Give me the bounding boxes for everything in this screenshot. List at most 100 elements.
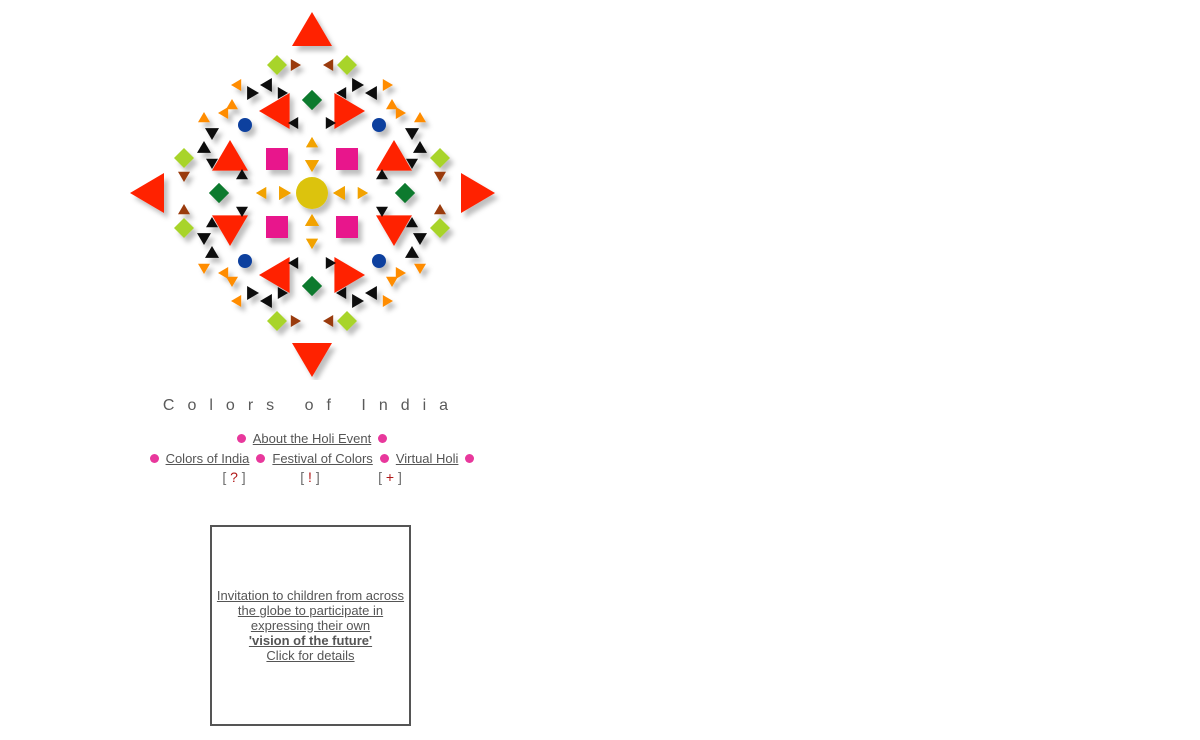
black-triangle [260, 78, 272, 92]
brown-triangle [434, 204, 446, 215]
green-diamond [302, 90, 322, 110]
blue-dot [372, 118, 386, 132]
red-triangle [461, 173, 495, 213]
bullet-dot [378, 434, 388, 444]
gold-triangle [279, 186, 291, 200]
magenta-square [336, 216, 358, 238]
gold-triangle [306, 238, 318, 249]
bullet-dot [256, 454, 266, 464]
lime-diamond [430, 218, 450, 238]
black-triangle [197, 233, 211, 245]
red-triangle [376, 215, 412, 246]
red-triangle [292, 343, 332, 377]
orange-triangle [414, 112, 426, 123]
black-triangle [352, 294, 364, 308]
nav-link-about-holi-event[interactable]: About the Holi Event [253, 431, 372, 446]
bullet-dot [149, 454, 159, 464]
black-triangle [247, 286, 259, 300]
help-link[interactable]: ? [230, 469, 238, 485]
red-triangle [334, 257, 365, 293]
bracket-more: [ + ] [378, 469, 402, 485]
info-link[interactable]: ! [308, 469, 312, 485]
orange-triangle [382, 295, 393, 307]
orange-triangle [395, 267, 406, 279]
orange-triangle [395, 107, 406, 119]
bullet-dot [465, 454, 475, 464]
green-diamond [302, 276, 322, 296]
black-triangle [405, 128, 419, 140]
lime-diamond [174, 218, 194, 238]
magenta-square [266, 148, 288, 170]
brown-triangle [290, 59, 301, 71]
orange-triangle [231, 295, 242, 307]
gold-triangle [305, 214, 319, 226]
yellow-circle [296, 177, 328, 209]
green-diamond [209, 183, 229, 203]
gold-triangle [357, 187, 368, 199]
lime-diamond [267, 311, 287, 331]
lime-diamond [337, 55, 357, 75]
red-triangle [292, 12, 332, 46]
black-triangle [413, 233, 427, 245]
orange-triangle [231, 79, 242, 91]
bullet-dot [236, 434, 246, 444]
lime-diamond [430, 148, 450, 168]
gold-triangle [306, 137, 318, 148]
bracket-help: [ ? ] [222, 469, 246, 485]
nav-link-virtual-holi[interactable]: Virtual Holi [396, 451, 459, 466]
black-triangle [405, 246, 419, 258]
blue-dot [238, 118, 252, 132]
orange-triangle [198, 263, 210, 274]
brown-triangle [290, 315, 301, 327]
black-triangle [205, 128, 219, 140]
red-triangle [212, 215, 248, 246]
red-triangle [376, 140, 412, 171]
brown-triangle [434, 171, 446, 182]
black-triangle [205, 246, 219, 258]
red-triangle [259, 93, 290, 129]
orange-triangle [218, 107, 229, 119]
magenta-square [266, 216, 288, 238]
black-triangle [260, 294, 272, 308]
black-triangle [197, 141, 211, 153]
brown-triangle [323, 315, 334, 327]
gold-triangle [333, 186, 345, 200]
orange-triangle [414, 263, 426, 274]
promo-emphasis: 'vision of the future' [248, 633, 373, 648]
brown-triangle [178, 204, 190, 215]
lime-diamond [267, 55, 287, 75]
nav-row-main: Colors of India Festival of Colors Virtual… [0, 451, 624, 466]
red-triangle [259, 257, 290, 293]
brown-triangle [178, 171, 190, 182]
brown-triangle [323, 59, 334, 71]
orange-triangle [218, 267, 229, 279]
red-triangle [334, 93, 365, 129]
promo-link[interactable]: Invitation to children from across the g… [216, 588, 406, 663]
magenta-square [336, 148, 358, 170]
gold-triangle [256, 187, 267, 199]
blue-dot [372, 254, 386, 268]
black-triangle [352, 78, 364, 92]
black-triangle [365, 286, 377, 300]
black-triangle [365, 86, 377, 100]
promo-text: Invitation to children from across the g… [216, 588, 405, 633]
bullet-dot [379, 454, 389, 464]
lime-diamond [174, 148, 194, 168]
nav-row-top: About the Holi Event [0, 431, 624, 446]
orange-triangle [198, 112, 210, 123]
bracket-info: [ ! ] [300, 469, 320, 485]
more-link[interactable]: + [386, 469, 394, 485]
lime-diamond [337, 311, 357, 331]
black-triangle [247, 86, 259, 100]
nav-row-brackets: [ ? ] [ ! ] [ + ] [0, 469, 624, 485]
black-triangle [413, 141, 427, 153]
page-title: Colors of India [162, 397, 462, 414]
green-diamond [395, 183, 415, 203]
red-triangle [212, 140, 248, 171]
blue-dot [238, 254, 252, 268]
promo-cta: Click for details [266, 648, 355, 663]
nav-link-colors-of-india[interactable]: Colors of India [166, 451, 250, 466]
red-triangle [130, 173, 164, 213]
nav-link-festival-of-colors[interactable]: Festival of Colors [272, 451, 372, 466]
rangoli-logo [130, 12, 495, 377]
